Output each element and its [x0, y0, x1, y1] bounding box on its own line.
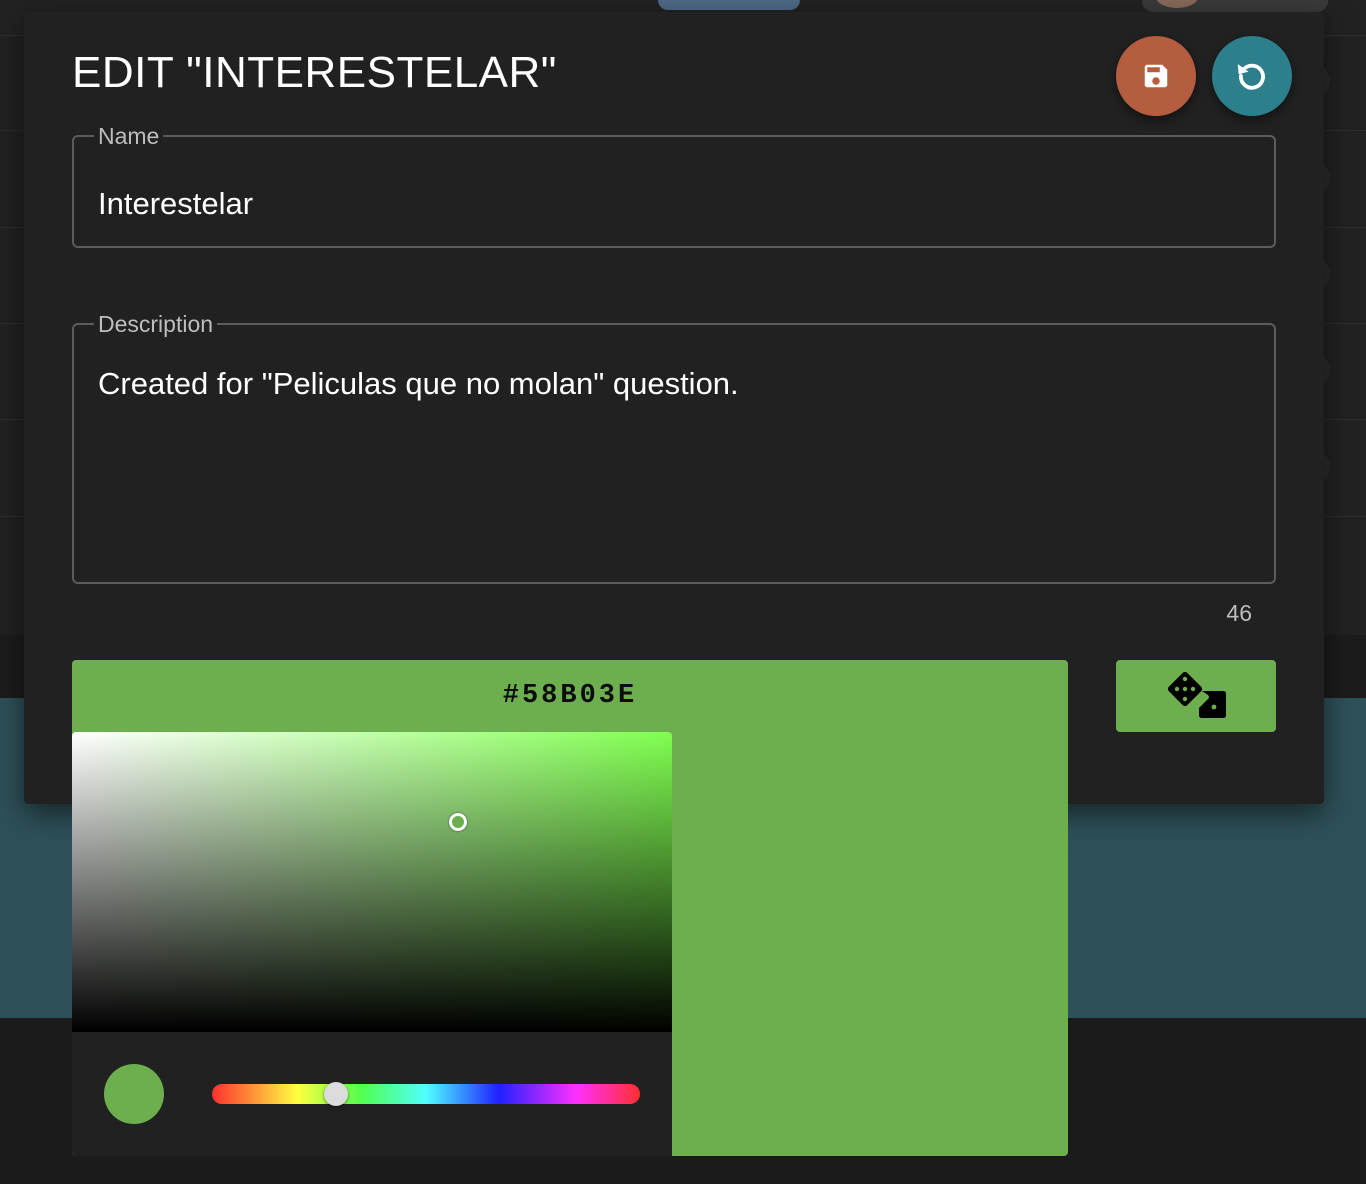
color-picker-panel — [72, 732, 1068, 1156]
color-preview-swatch — [104, 1064, 164, 1124]
background-pill-button — [658, 0, 800, 10]
dice-icon — [1167, 671, 1226, 718]
save-button[interactable] — [1116, 36, 1196, 116]
hue-slider[interactable] — [212, 1084, 640, 1104]
name-input[interactable]: Interestelar — [98, 186, 253, 222]
hue-slider-thumb[interactable] — [324, 1082, 349, 1106]
color-hex-toggle[interactable]: #58B03E — [72, 660, 1068, 732]
description-textarea[interactable]: Created for "Peliculas que no molan" que… — [98, 366, 739, 402]
picker-controls — [72, 1032, 672, 1156]
reset-button[interactable] — [1212, 36, 1292, 116]
undo-icon — [1237, 63, 1265, 90]
character-counter: 46 — [1226, 600, 1252, 626]
random-color-button[interactable] — [1116, 660, 1276, 732]
saturation-value-area[interactable] — [72, 732, 672, 1032]
description-field[interactable]: Description Created for "Peliculas que n… — [72, 311, 1276, 584]
description-label: Description — [98, 311, 214, 337]
dialog-title: EDIT "INTERESTELAR" — [72, 48, 557, 97]
saturation-value-handle[interactable] — [449, 813, 467, 831]
floppy-disk-icon — [1144, 64, 1168, 88]
name-label: Name — [98, 123, 160, 149]
name-field[interactable]: Name Interestelar — [72, 123, 1276, 248]
